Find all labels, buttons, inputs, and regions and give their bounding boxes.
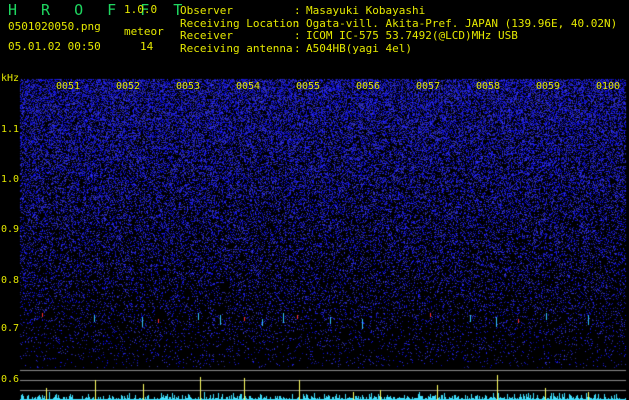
app-version: 1.0.0 <box>124 3 158 16</box>
station-info: Observer: Masayuki Kobayashi Receiving Lo… <box>180 4 618 56</box>
time-mark: 0053 <box>176 81 201 92</box>
info-label: Receiving antenna <box>180 41 293 55</box>
tick-label: 1.1 <box>1 124 20 135</box>
tick-label: 0.7 <box>1 323 20 334</box>
info-value: A504HB(yagi 4el) <box>306 41 412 55</box>
app-title: H R O F F T <box>8 1 190 19</box>
time-mark: 0057 <box>416 81 441 92</box>
info-sep: : <box>294 41 301 55</box>
time-mark: 0054 <box>236 81 261 92</box>
time-mark: 0051 <box>56 81 81 92</box>
time-mark: 0052 <box>116 81 141 92</box>
info-label: Observer <box>180 4 233 17</box>
time-mark: 0055 <box>296 81 321 92</box>
tick-label: 0.8 <box>1 275 20 286</box>
time-mark: 0056 <box>356 81 381 92</box>
date-time: 05.01.02 00:50 <box>8 40 101 53</box>
header-panel: H R O F F T 1.0.0 0501020050.png meteor … <box>0 0 629 78</box>
info-sep: : <box>294 29 301 42</box>
time-mark: 0059 <box>536 81 561 92</box>
file-name: 0501020050.png <box>8 20 101 33</box>
tick-label: 1.0 <box>1 174 20 185</box>
tick-label: 0.6 <box>1 374 20 385</box>
time-mark: 0100 <box>596 81 621 92</box>
meteor-count: 14 <box>140 40 154 53</box>
info-sep: : <box>294 4 301 17</box>
info-value: ICOM IC-575 53.7492(@LCD)MHz USB <box>306 29 518 42</box>
tick-label: 0.9 <box>1 224 20 235</box>
info-value: Masayuki Kobayashi <box>306 4 426 17</box>
meteor-label: meteor <box>124 25 164 38</box>
axis-unit-label: kHz <box>1 73 20 84</box>
info-value: Ogata-vill. Akita-Pref. JAPAN (139.96E, … <box>306 16 618 30</box>
info-row-antenna: Receiving antenna: A504HB(yagi 4el) <box>180 41 617 56</box>
info-label: Receiver <box>180 29 233 42</box>
time-mark: 0058 <box>476 81 501 92</box>
